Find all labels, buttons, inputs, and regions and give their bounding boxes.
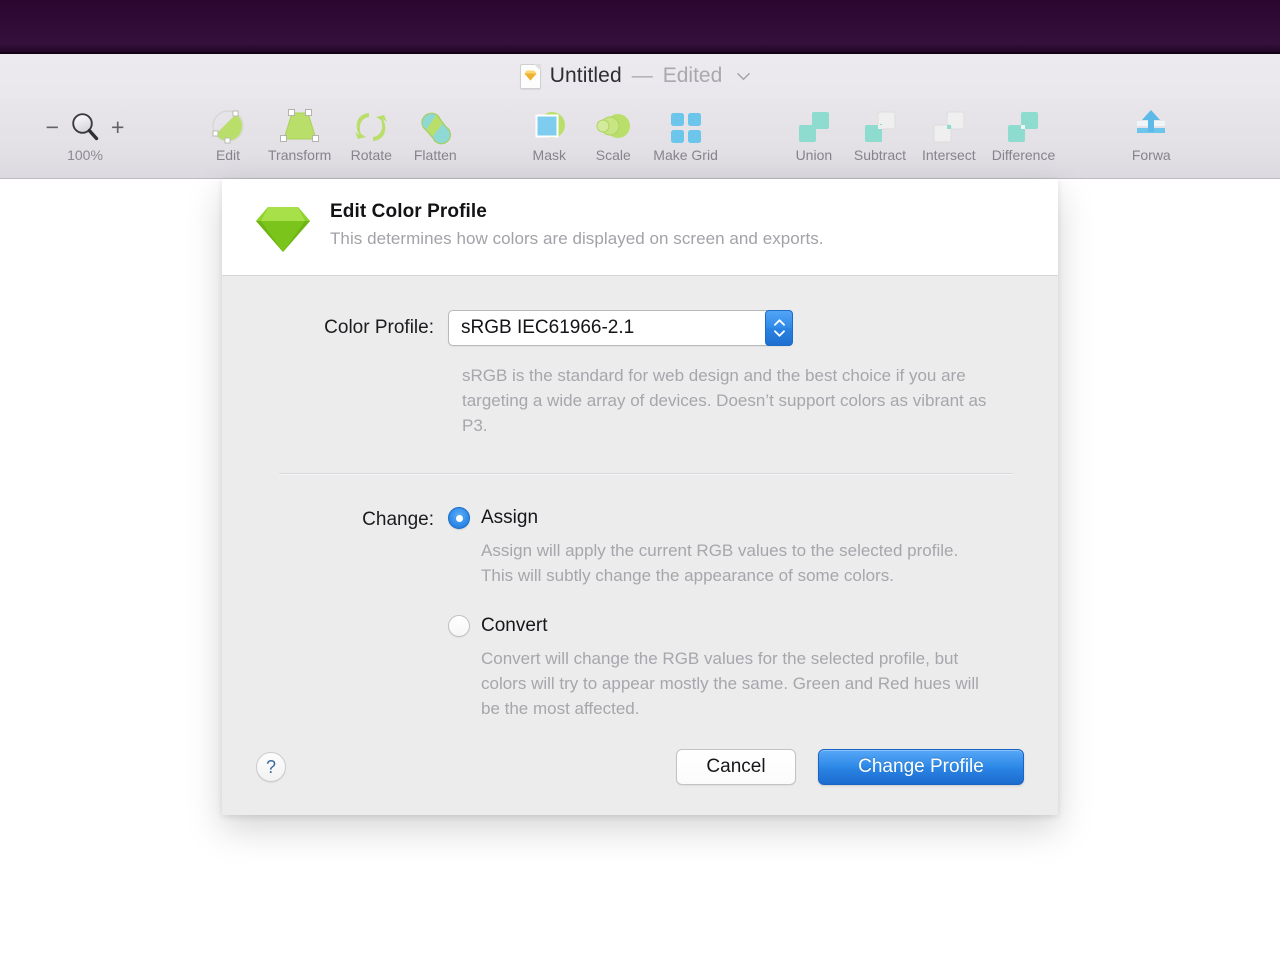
toolbar-item-scale[interactable]: Scale bbox=[581, 104, 645, 163]
flatten-icon bbox=[421, 112, 452, 145]
dialog-header-text: Edit Color Profile This determines how c… bbox=[330, 201, 824, 249]
edit-vector-icon bbox=[212, 110, 244, 144]
zoom-out-button[interactable]: − bbox=[46, 115, 59, 139]
sketch-window: Untitled — Edited − + 100% Edit Transfor… bbox=[0, 54, 1280, 965]
window-titlebar: Untitled — Edited bbox=[0, 54, 1280, 98]
toolbar-item-union[interactable]: Union bbox=[782, 104, 846, 163]
toolbar-item-mask[interactable]: Mask bbox=[517, 104, 581, 163]
radio-option-convert[interactable]: Convert bbox=[448, 615, 1024, 637]
dialog-body: Color Profile: sRGB IEC61966-2.1 sRGB is… bbox=[222, 276, 1058, 721]
toolbar-label-subtract: Subtract bbox=[853, 147, 906, 163]
radio-block-assign: Assign Assign will apply the current RGB… bbox=[448, 507, 1024, 588]
dialog-footer: ? Cancel Change Profile bbox=[222, 721, 1058, 815]
union-icon bbox=[798, 112, 829, 142]
radio-convert-indicator[interactable] bbox=[448, 615, 470, 637]
toolbar-item-rotate[interactable]: Rotate bbox=[339, 104, 403, 163]
color-profile-label: Color Profile: bbox=[324, 317, 434, 338]
toolbar-group-boolean-ops: Union Subtract Intersect Difference bbox=[782, 104, 1063, 163]
intersect-icon bbox=[933, 111, 965, 143]
toolbar-item-flatten[interactable]: Flatten bbox=[403, 104, 467, 163]
chevron-down-icon[interactable] bbox=[773, 330, 785, 337]
toolbar-item-transform[interactable]: Transform bbox=[260, 104, 339, 163]
sketch-gem-icon bbox=[256, 207, 310, 252]
app-root: Untitled — Edited − + 100% Edit Transfor… bbox=[0, 0, 1280, 965]
mask-icon bbox=[535, 112, 566, 138]
change-label: Change: bbox=[362, 509, 434, 530]
edited-status: Edited bbox=[662, 64, 723, 87]
title-dash: — bbox=[631, 64, 653, 87]
edit-color-profile-dialog: Edit Color Profile This determines how c… bbox=[222, 179, 1058, 815]
toolbar-group-shape-tools: Edit Transform Rotate Flatten bbox=[196, 104, 467, 163]
magnifier-icon[interactable] bbox=[68, 110, 102, 144]
color-profile-description: sRGB is the standard for web design and … bbox=[462, 366, 987, 435]
make-grid-icon bbox=[670, 113, 701, 143]
color-profile-stepper[interactable] bbox=[765, 310, 793, 346]
sketch-document-icon bbox=[519, 63, 541, 89]
radio-convert-description: Convert will change the RGB values for t… bbox=[481, 649, 979, 718]
gem-glyph-small bbox=[524, 70, 537, 80]
chevron-down-icon[interactable] bbox=[737, 72, 751, 81]
color-profile-value: sRGB IEC61966-2.1 bbox=[461, 317, 635, 338]
toolbar-item-subtract[interactable]: Subtract bbox=[846, 104, 914, 163]
toolbar-label-forward: Forwa bbox=[1131, 147, 1171, 163]
toolbar-item-difference[interactable]: Difference bbox=[984, 104, 1064, 163]
subtract-icon bbox=[864, 111, 896, 142]
toolbar-label-rotate: Rotate bbox=[350, 147, 392, 163]
toolbar-label-intersect: Intersect bbox=[922, 147, 976, 163]
toolbar-item-edit[interactable]: Edit bbox=[196, 104, 260, 163]
forward-icon bbox=[1137, 110, 1166, 133]
transform-icon bbox=[279, 109, 319, 142]
zoom-control-group[interactable]: − + 100% bbox=[10, 104, 160, 163]
radio-assign-label: Assign bbox=[481, 507, 539, 528]
toolbar-label-flatten: Flatten bbox=[413, 147, 457, 163]
radio-assign-description: Assign will apply the current RGB values… bbox=[481, 541, 959, 585]
dialog-title: Edit Color Profile bbox=[330, 201, 487, 222]
toolbar-item-make-grid[interactable]: Make Grid bbox=[645, 104, 726, 163]
rotate-icon bbox=[355, 113, 388, 141]
toolbar-item-forward[interactable]: Forwa bbox=[1119, 104, 1183, 163]
radio-convert-label: Convert bbox=[481, 615, 548, 636]
section-divider bbox=[279, 473, 1012, 474]
cancel-button[interactable]: Cancel bbox=[676, 749, 796, 785]
toolbar-label-edit: Edit bbox=[215, 147, 241, 163]
canvas-area: Edit Color Profile This determines how c… bbox=[0, 179, 1280, 965]
radio-option-assign[interactable]: Assign bbox=[448, 507, 1024, 529]
dialog-subtitle: This determines how colors are displayed… bbox=[330, 229, 824, 248]
window-title: Untitled bbox=[549, 64, 622, 87]
zoom-in-button[interactable]: + bbox=[111, 115, 124, 139]
desktop-background bbox=[0, 0, 1280, 54]
change-mode-row: Change: Assign Assign will apply the cur… bbox=[256, 507, 1024, 721]
color-profile-select[interactable]: sRGB IEC61966-2.1 bbox=[448, 310, 793, 346]
toolbar-label-union: Union bbox=[795, 147, 833, 163]
change-radio-group: Assign Assign will apply the current RGB… bbox=[448, 507, 1024, 721]
chevron-up-icon[interactable] bbox=[773, 319, 785, 326]
radio-block-convert: Convert Convert will change the RGB valu… bbox=[448, 615, 1024, 721]
color-profile-row: Color Profile: sRGB IEC61966-2.1 bbox=[256, 310, 1024, 346]
document-title-group[interactable]: Untitled — Edited bbox=[519, 63, 751, 89]
toolbar-label-scale: Scale bbox=[595, 147, 631, 163]
help-button[interactable]: ? bbox=[256, 752, 286, 782]
toolbar-label-transform: Transform bbox=[268, 147, 332, 163]
toolbar-label-difference: Difference bbox=[991, 147, 1056, 163]
toolbar-label-make-grid: Make Grid bbox=[653, 147, 718, 163]
zoom-level-label: 100% bbox=[67, 147, 103, 163]
radio-assign-indicator[interactable] bbox=[448, 507, 470, 529]
change-profile-button[interactable]: Change Profile bbox=[818, 749, 1024, 785]
toolbar-group-arrange: Forwa bbox=[1119, 104, 1183, 163]
dialog-header: Edit Color Profile This determines how c… bbox=[222, 179, 1058, 276]
toolbar-group-layer-tools: Mask Scale Make Grid bbox=[517, 104, 726, 163]
toolbar-item-intersect[interactable]: Intersect bbox=[914, 104, 984, 163]
difference-icon bbox=[1008, 112, 1039, 142]
toolbar-label-mask: Mask bbox=[532, 147, 566, 163]
scale-icon bbox=[596, 114, 631, 138]
main-toolbar: − + 100% Edit Transform Rotate Flatten M… bbox=[0, 98, 1280, 179]
